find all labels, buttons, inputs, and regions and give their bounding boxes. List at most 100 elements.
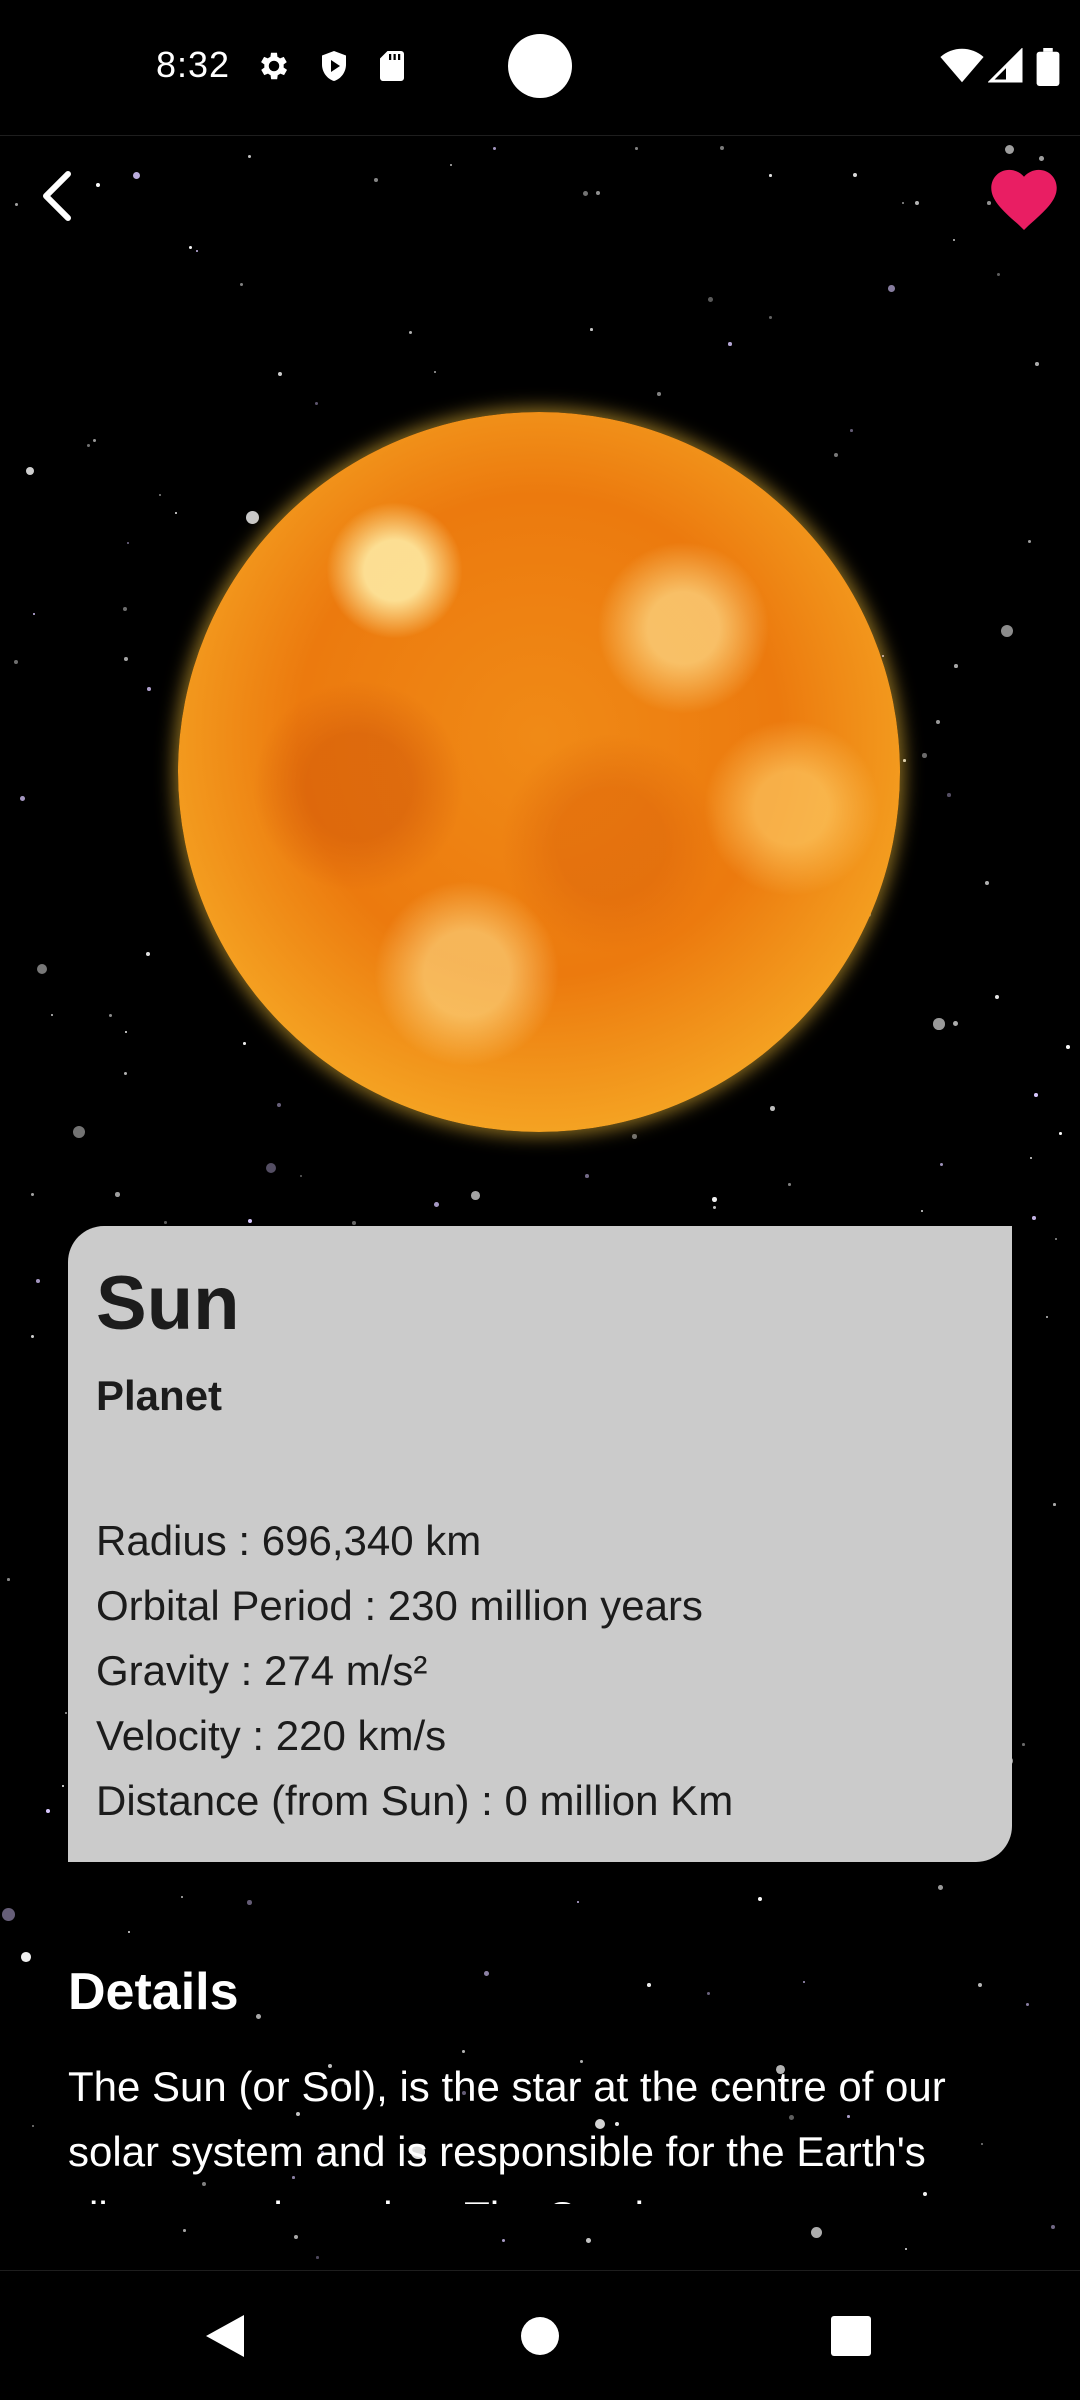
star: [146, 952, 151, 957]
star: [635, 147, 638, 150]
star: [502, 2239, 506, 2243]
heart-icon: [991, 169, 1057, 231]
camera-cutout: [508, 34, 572, 98]
star: [315, 402, 319, 406]
star: [1051, 2225, 1055, 2229]
star: [811, 2227, 823, 2239]
star: [585, 1174, 589, 1178]
star: [882, 655, 885, 658]
back-button[interactable]: [22, 160, 94, 232]
star: [96, 183, 101, 188]
chevron-left-icon: [43, 171, 71, 221]
sd-card-icon: [374, 48, 410, 84]
details-text: The Sun (or Sol), is the star at the cen…: [68, 2063, 946, 2204]
status-time: 8:32: [156, 44, 231, 85]
star: [409, 331, 413, 335]
star: [905, 2248, 907, 2250]
star: [21, 1952, 31, 1962]
star: [1035, 362, 1039, 366]
back-triangle-icon: [206, 2315, 244, 2357]
star: [1030, 1157, 1033, 1160]
star: [953, 239, 956, 242]
nav-recents-button[interactable]: [816, 2301, 886, 2371]
star: [834, 453, 839, 458]
star: [374, 178, 379, 183]
stat-distance: Distance (from Sun) : 0 million Km: [96, 1777, 734, 1824]
star: [938, 1885, 943, 1890]
star: [31, 1193, 34, 1196]
status-bar: 8:32: [0, 0, 1080, 136]
star: [713, 1206, 717, 1210]
star: [62, 1785, 65, 1788]
star: [947, 793, 951, 797]
star: [127, 542, 130, 545]
stat-gravity: Gravity : 274 m/s²: [96, 1647, 428, 1694]
star: [14, 660, 19, 665]
star: [1034, 1093, 1038, 1097]
star: [1055, 1238, 1058, 1241]
nav-home-button[interactable]: [505, 2301, 575, 2371]
star: [51, 1014, 54, 1017]
star: [300, 1175, 303, 1178]
star: [133, 172, 141, 180]
star: [720, 146, 725, 151]
star: [124, 1072, 128, 1076]
star: [128, 1931, 131, 1934]
star: [803, 1981, 806, 1984]
star: [484, 1971, 489, 1976]
star: [243, 1042, 246, 1045]
nav-back-button[interactable]: [190, 2301, 260, 2371]
star: [647, 1983, 651, 1987]
star: [15, 203, 19, 207]
wifi-icon: [940, 48, 984, 84]
starfield-background: [0, 0, 1080, 2400]
recents-square-icon: [831, 2316, 871, 2356]
star: [246, 511, 260, 525]
star: [434, 371, 437, 374]
star: [65, 1712, 68, 1715]
star: [125, 1031, 128, 1034]
star: [159, 494, 162, 497]
star: [33, 613, 36, 616]
star: [770, 1106, 775, 1111]
star: [115, 1192, 120, 1197]
star: [936, 720, 941, 725]
star: [471, 1191, 480, 1200]
stat-radius: Radius : 696,340 km: [96, 1517, 482, 1564]
favorite-button[interactable]: [984, 160, 1064, 232]
play-shield-icon: [316, 48, 352, 84]
home-circle-icon: [521, 2317, 559, 2355]
star: [758, 1897, 763, 1902]
star: [708, 297, 713, 302]
star: [853, 173, 858, 178]
planet-type: Planet: [96, 1372, 223, 1419]
star: [277, 1103, 282, 1108]
star: [953, 1021, 958, 1026]
star: [657, 392, 661, 396]
star: [1046, 1316, 1049, 1319]
star: [632, 1134, 637, 1139]
star: [181, 1896, 184, 1899]
star: [577, 1901, 580, 1904]
star: [915, 201, 920, 206]
star: [583, 191, 588, 196]
star: [590, 328, 593, 331]
star: [712, 1197, 717, 1202]
planet-name: Sun: [96, 1261, 240, 1346]
star: [493, 147, 497, 151]
sun-image: [178, 412, 900, 1132]
star: [902, 202, 905, 205]
star: [450, 164, 453, 167]
star: [978, 1983, 983, 1988]
star: [933, 1018, 945, 1030]
star: [26, 467, 35, 476]
star: [1028, 540, 1032, 544]
star: [73, 1126, 86, 1139]
star: [248, 1219, 253, 1224]
navigation-bar: [0, 2270, 1080, 2400]
star: [434, 1202, 439, 1207]
star: [769, 174, 772, 177]
star: [997, 273, 1001, 277]
star: [294, 2235, 299, 2240]
stat-velocity: Velocity : 220 km/s: [96, 1712, 447, 1759]
